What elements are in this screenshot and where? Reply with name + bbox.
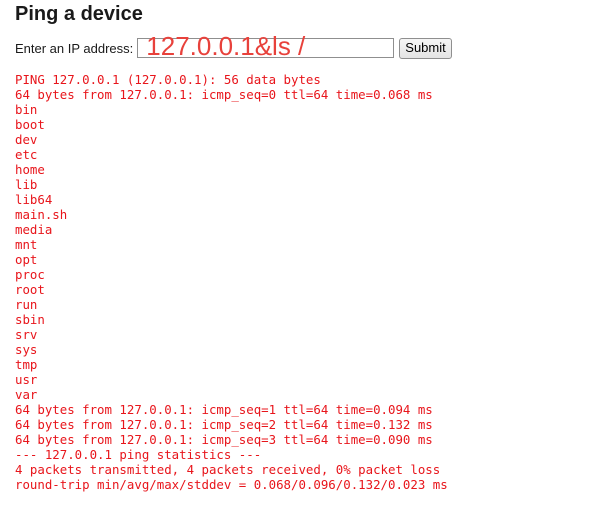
output-line: sbin — [15, 312, 45, 327]
ip-address-label: Enter an IP address: — [15, 40, 134, 56]
output-line: PING 127.0.0.1 (127.0.0.1): 56 data byte… — [15, 72, 321, 87]
output-line: lib — [15, 177, 38, 192]
ping-output: PING 127.0.0.1 (127.0.0.1): 56 data byte… — [15, 72, 448, 492]
ip-address-input-value: 127.0.0.1&ls / — [146, 31, 306, 61]
output-line: bin — [15, 102, 38, 117]
output-line: media — [15, 222, 53, 237]
output-line: boot — [15, 117, 45, 132]
output-line: 64 bytes from 127.0.0.1: icmp_seq=1 ttl=… — [15, 402, 433, 417]
output-line: --- 127.0.0.1 ping statistics --- — [15, 447, 262, 462]
output-line: var — [15, 387, 38, 402]
output-line: 64 bytes from 127.0.0.1: icmp_seq=2 ttl=… — [15, 417, 433, 432]
output-line: dev — [15, 132, 38, 147]
output-line: usr — [15, 372, 38, 387]
output-line: lib64 — [15, 192, 53, 207]
output-line: 64 bytes from 127.0.0.1: icmp_seq=0 ttl=… — [15, 87, 433, 102]
output-line: root — [15, 282, 45, 297]
output-line: main.sh — [15, 207, 68, 222]
output-line: proc — [15, 267, 45, 282]
output-line: srv — [15, 327, 38, 342]
submit-button[interactable]: Submit — [399, 37, 452, 59]
ip-address-input[interactable]: 127.0.0.1&ls / — [137, 32, 395, 60]
output-line: run — [15, 297, 38, 312]
output-line: tmp — [15, 357, 38, 372]
ping-form: Enter an IP address: 127.0.0.1&ls / Subm… — [15, 32, 452, 60]
output-line: home — [15, 162, 45, 177]
output-line: round-trip min/avg/max/stddev = 0.068/0.… — [15, 477, 448, 492]
output-line: etc — [15, 147, 38, 162]
page-title: Ping a device — [15, 3, 143, 25]
output-line: opt — [15, 252, 38, 267]
output-line: 4 packets transmitted, 4 packets receive… — [15, 462, 441, 477]
output-line: 64 bytes from 127.0.0.1: icmp_seq=3 ttl=… — [15, 432, 433, 447]
output-line: mnt — [15, 237, 38, 252]
output-line: sys — [15, 342, 38, 357]
